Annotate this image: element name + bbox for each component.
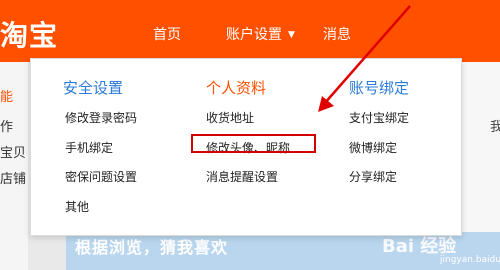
chevron-down-icon: ▼ [288, 30, 295, 40]
shipping-address-link[interactable]: 收货地址 [206, 109, 254, 126]
sidebar-item-4[interactable]: 店铺 [0, 168, 26, 187]
change-login-password-link[interactable]: 修改登录密码 [65, 109, 137, 126]
account-settings-dropdown: 安全设置 个人资料 账号绑定 修改登录密码 手机绑定 密保问题设置 其他 收货地… [30, 58, 462, 236]
personal-info-header: 个人资料 [206, 79, 267, 97]
message-reminder-settings-link[interactable]: 消息提醒设置 [206, 168, 278, 185]
phone-binding-link[interactable]: 手机绑定 [65, 139, 113, 156]
nav-messages-link[interactable]: 消息 [323, 24, 351, 44]
alipay-binding-link[interactable]: 支付宝绑定 [349, 109, 409, 126]
account-binding-header: 账号绑定 [349, 79, 410, 97]
background-right-text: 我 [490, 120, 500, 135]
weibo-binding-link[interactable]: 微博绑定 [349, 139, 397, 156]
sidebar-item-3[interactable]: 宝贝 [0, 142, 26, 161]
watermark-url: jingyan.baidu.com [440, 255, 500, 265]
recommendation-banner-text: 根据浏览，猜我喜欢 [75, 238, 229, 257]
nav-home-link[interactable]: 首页 [153, 24, 181, 44]
other-settings-link[interactable]: 其他 [65, 198, 89, 215]
taobao-logo[interactable]: 淘宝 [0, 14, 58, 54]
sidebar-item-1[interactable]: 能 [0, 86, 13, 105]
nav-account-settings-label: 账户设置 [226, 27, 282, 43]
security-question-link[interactable]: 密保问题设置 [65, 168, 137, 185]
share-binding-link[interactable]: 分享绑定 [349, 168, 397, 185]
highlight-box [191, 134, 316, 153]
sidebar-item-2[interactable]: 作 [0, 116, 13, 135]
security-settings-header: 安全设置 [63, 79, 124, 97]
top-navigation-bar: 淘宝 首页 账户设置 ▼ 消息 [0, 0, 500, 62]
nav-account-settings-link[interactable]: 账户设置 ▼ [226, 24, 295, 44]
